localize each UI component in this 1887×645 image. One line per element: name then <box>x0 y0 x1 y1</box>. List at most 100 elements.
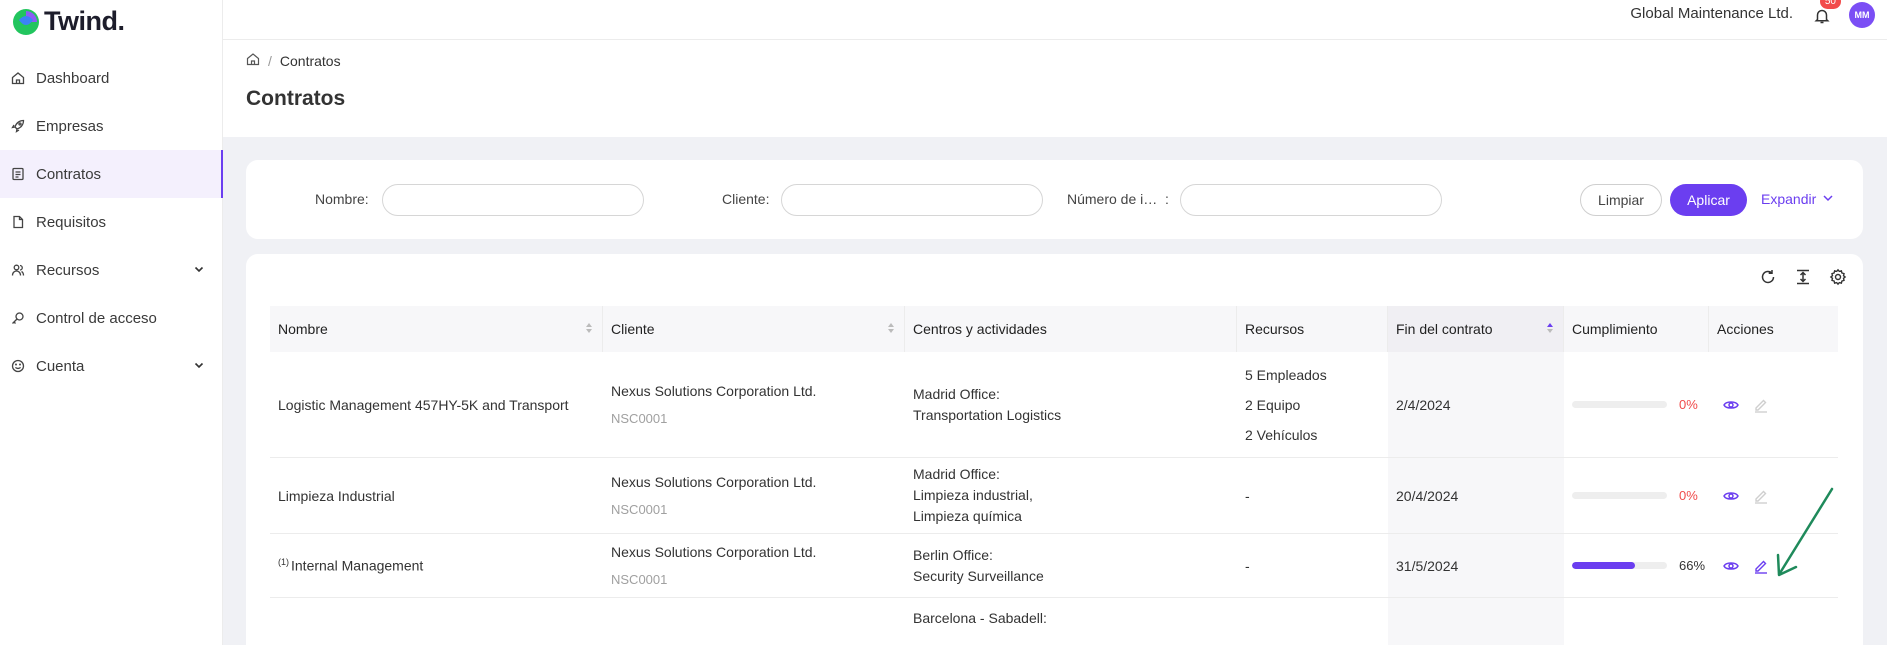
cell-nombre: Logistic Management 457HY-5K and Transpo… <box>270 352 603 457</box>
contract-name-text: Internal Management <box>291 557 424 574</box>
table-row[interactable]: Limpieza Industrial Nexus Solutions Corp… <box>270 458 1838 534</box>
column-header-fin-del-contrato[interactable]: Fin del contrato <box>1388 306 1564 352</box>
sidebar-item-dashboard[interactable]: Dashboard <box>0 54 223 102</box>
column-header-cumplimiento: Cumplimiento <box>1564 306 1709 352</box>
edit-icon[interactable] <box>1753 558 1769 574</box>
cell-nombre: (1) Internal Management <box>270 534 603 597</box>
center-line: Limpieza química <box>913 508 1022 524</box>
refresh-icon[interactable] <box>1759 268 1777 286</box>
column-height-icon[interactable] <box>1794 268 1812 286</box>
cell-cliente: Nexus Solutions Corporation Ltd. NSC0001 <box>603 458 905 533</box>
center-line: Limpieza industrial, <box>913 487 1033 503</box>
sidebar-item-cuenta[interactable]: Cuenta <box>0 342 223 390</box>
client-name: Nexus Solutions Corporation Ltd. <box>611 474 817 490</box>
key-icon <box>10 310 26 326</box>
logo-text: Twind. <box>44 6 125 36</box>
cell-cliente: Nexus Solutions Corporation Ltd. NSC0001 <box>603 534 905 597</box>
progress-bar <box>1572 492 1667 499</box>
center-line: Berlin Office: <box>913 546 993 563</box>
cell-centros: Madrid Office: Limpieza industrial, Limp… <box>905 458 1237 533</box>
sidebar-nav: Dashboard Empresas Contratos Requisitos … <box>0 54 224 390</box>
chevron-down-icon[interactable] <box>193 262 205 279</box>
edit-icon <box>1753 488 1769 504</box>
table-row[interactable]: (1) Internal Management Nexus Solutions C… <box>270 534 1838 598</box>
center-line: Security Surveillance <box>913 567 1044 584</box>
notification-badge: 50 <box>1819 0 1841 9</box>
progress-indicator: 0% <box>1572 488 1709 503</box>
client-code: NSC0001 <box>611 502 668 517</box>
users-icon <box>10 262 26 278</box>
column-header-recursos: Recursos <box>1237 306 1388 352</box>
clear-button[interactable]: Limpiar <box>1580 184 1662 216</box>
document-icon <box>10 166 26 182</box>
resource-line: 2 Vehículos <box>1245 426 1318 443</box>
contracts-table: Nombre Cliente Centros y actividades Rec… <box>270 306 1838 645</box>
chevron-down-icon[interactable] <box>193 358 205 375</box>
table-row[interactable]: Barcelona - Sabadell: <box>270 598 1838 645</box>
client-name: Nexus Solutions Corporation Ltd. <box>611 383 817 399</box>
sidebar: Twind. Dashboard Empresas Contratos Requ… <box>0 0 224 645</box>
cell-acciones <box>1709 598 1838 645</box>
column-header-acciones: Acciones <box>1709 306 1838 352</box>
sidebar-item-label: Contratos <box>36 165 102 183</box>
avatar[interactable]: MM <box>1849 2 1875 28</box>
column-label: Nombre <box>278 321 328 337</box>
breadcrumb-current: Contratos <box>279 52 341 69</box>
page-title: Contratos <box>246 87 346 110</box>
sidebar-item-recursos[interactable]: Recursos <box>0 246 223 294</box>
cell-centros: Madrid Office: Transportation Logistics <box>905 352 1237 457</box>
column-header-nombre[interactable]: Nombre <box>270 306 603 352</box>
annotation-arrow-icon <box>1776 487 1834 577</box>
table-row[interactable]: Logistic Management 457HY-5K and Transpo… <box>270 352 1838 458</box>
settings-icon[interactable] <box>1829 268 1847 286</box>
eye-icon[interactable] <box>1723 397 1739 413</box>
progress-percent: 0% <box>1679 397 1698 412</box>
center-line: Barcelona - Sabadell: <box>913 610 1047 626</box>
app-logo[interactable]: Twind. <box>12 6 125 37</box>
table-header: Nombre Cliente Centros y actividades Rec… <box>270 306 1838 352</box>
bell-icon[interactable] <box>1813 7 1831 25</box>
cell-centros: Berlin Office: Security Surveillance <box>905 534 1237 597</box>
expand-label: Expandir <box>1761 191 1817 207</box>
apply-button[interactable]: Aplicar <box>1670 184 1747 216</box>
sidebar-item-label: Recursos <box>36 261 100 279</box>
sort-icon[interactable] <box>1545 321 1555 338</box>
sidebar-item-requisitos[interactable]: Requisitos <box>0 198 223 246</box>
cell-cumplimiento: 0% <box>1564 458 1709 533</box>
sidebar-item-label: Dashboard <box>36 69 110 87</box>
end-date: 20/4/2024 <box>1396 487 1459 504</box>
column-label: Acciones <box>1717 321 1774 337</box>
cell-nombre <box>270 598 603 645</box>
sort-icon[interactable] <box>584 321 594 338</box>
filter-client-input[interactable] <box>781 184 1043 216</box>
cell-recursos: 5 Empleados 2 Equipo 2 Vehículos <box>1237 352 1388 457</box>
contract-name: (1) Internal Management <box>278 557 603 574</box>
company-name[interactable]: Global Maintenance Ltd. <box>1630 5 1793 22</box>
sidebar-item-label: Cuenta <box>36 357 85 375</box>
column-header-cliente[interactable]: Cliente <box>603 306 905 352</box>
eye-icon[interactable] <box>1723 488 1739 504</box>
column-header-centros: Centros y actividades <box>905 306 1237 352</box>
eye-icon[interactable] <box>1723 558 1739 574</box>
table-toolbar <box>1759 268 1847 286</box>
column-label: Cliente <box>611 321 655 337</box>
rocket-icon <box>10 118 26 134</box>
cell-nombre: Limpieza Industrial <box>270 458 603 533</box>
expand-button[interactable]: Expandir <box>1761 191 1834 207</box>
sidebar-item-empresas[interactable]: Empresas <box>0 102 223 150</box>
breadcrumb-separator: / <box>268 52 272 69</box>
smile-icon <box>10 358 26 374</box>
sort-icon[interactable] <box>886 321 896 338</box>
filter-number-input[interactable] <box>1180 184 1442 216</box>
home-icon[interactable] <box>246 52 260 69</box>
progress-percent: 66% <box>1679 558 1706 573</box>
cell-cumplimiento: 0% <box>1564 352 1709 457</box>
sidebar-item-contratos[interactable]: Contratos <box>0 150 224 198</box>
sidebar-item-control-de-acceso[interactable]: Control de acceso <box>0 294 223 342</box>
filter-name-input[interactable] <box>382 184 644 216</box>
cell-cliente: Nexus Solutions Corporation Ltd. NSC0001 <box>603 352 905 457</box>
client-code: NSC0001 <box>611 572 668 587</box>
top-bar: Global Maintenance Ltd. 50 MM <box>223 0 1887 40</box>
progress-bar <box>1572 562 1667 569</box>
center-line: Madrid Office: <box>913 466 1000 482</box>
